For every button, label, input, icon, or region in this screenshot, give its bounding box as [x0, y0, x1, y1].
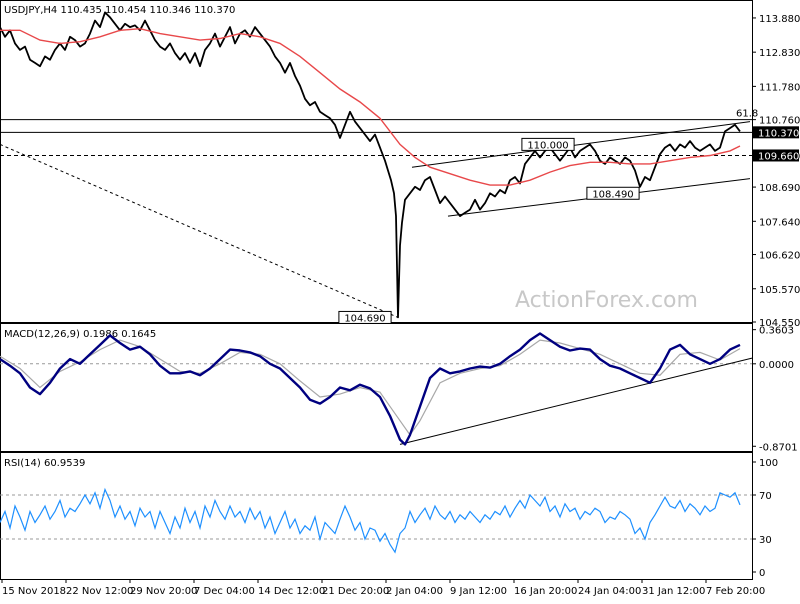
x-tick-label: 9 Jan 12:00	[450, 586, 507, 597]
rsi-line	[0, 487, 741, 554]
moving-average-line	[0, 27, 741, 186]
price-callout-label: 108.490	[592, 189, 633, 200]
watermark: ActionForex.com	[515, 288, 698, 313]
x-tick-label: 2 Jan 04:00	[386, 586, 443, 597]
x-tick-label: 31 Jan 12:00	[642, 586, 705, 597]
x-tick-label: 14 Dec 12:00	[258, 586, 325, 597]
x-tick-label: 29 Nov 20:00	[130, 586, 197, 597]
rsi-series-group	[0, 487, 752, 554]
price-panel-frame	[0, 0, 753, 323]
rsi-panel-header: RSI(14) 60.9539	[4, 458, 85, 469]
fib-level-label: 61.8	[736, 109, 758, 120]
x-tick-label: 7 Dec 04:00	[194, 586, 255, 597]
price-series-line	[0, 11, 741, 319]
macd-y-tick-label: -0.8701	[759, 442, 798, 453]
y-tick-label: 112.830	[759, 48, 800, 59]
y-tick-label: 110.760	[759, 116, 800, 127]
x-tick-label: 24 Jan 04:00	[578, 586, 641, 597]
y-tick-label: 105.570	[759, 285, 800, 296]
dotted-trendline	[0, 143, 399, 318]
y-tick-label: 107.640	[759, 217, 800, 228]
x-tick-label: 15 Nov 2018	[2, 586, 66, 597]
macd-series-group	[0, 332, 753, 446]
x-tick-label: 22 Nov 12:00	[66, 586, 133, 597]
x-tick-label: 21 Dec 20:00	[322, 586, 389, 597]
x-tick-label: 7 Feb 20:00	[706, 586, 765, 597]
current-price-label: 110.370	[758, 128, 799, 139]
macd-panel-header: MACD(12,26,9) 0.1986 0.1645	[4, 329, 156, 340]
macd-trendline	[399, 357, 753, 445]
y-tick-label: 106.620	[759, 251, 800, 262]
chart-root: USDJPY,H4 110.435 110.454 110.346 110.37…	[0, 0, 800, 600]
macd-y-tick-label: 0.3603	[759, 326, 794, 337]
price-panel-header: USDJPY,H4 110.435 110.454 110.346 110.37…	[4, 5, 235, 16]
rsi-y-tick-label: 100	[759, 458, 778, 469]
x-tick-label: 16 Jan 20:00	[514, 586, 577, 597]
channel-line	[411, 121, 751, 168]
chart-svg: USDJPY,H4 110.435 110.454 110.346 110.37…	[0, 0, 800, 597]
macd-line	[0, 332, 741, 446]
rsi-panel-frame	[0, 452, 753, 580]
y-tick-label: 113.880	[759, 14, 800, 25]
price-callout-label: 104.690	[344, 313, 385, 324]
price-callout-label: 110.000	[527, 140, 568, 151]
current-price-label: 109.660	[758, 151, 799, 162]
y-tick-label: 111.780	[759, 82, 800, 93]
y-tick-label: 108.690	[759, 183, 800, 194]
price-series-group: 61.8 110.000 108.490 104.690	[0, 11, 758, 324]
macd-y-tick-label: 0.0000	[759, 360, 794, 371]
rsi-y-tick-label: 30	[759, 535, 772, 546]
rsi-y-tick-label: 0	[759, 568, 765, 579]
rsi-y-tick-label: 70	[759, 491, 772, 502]
